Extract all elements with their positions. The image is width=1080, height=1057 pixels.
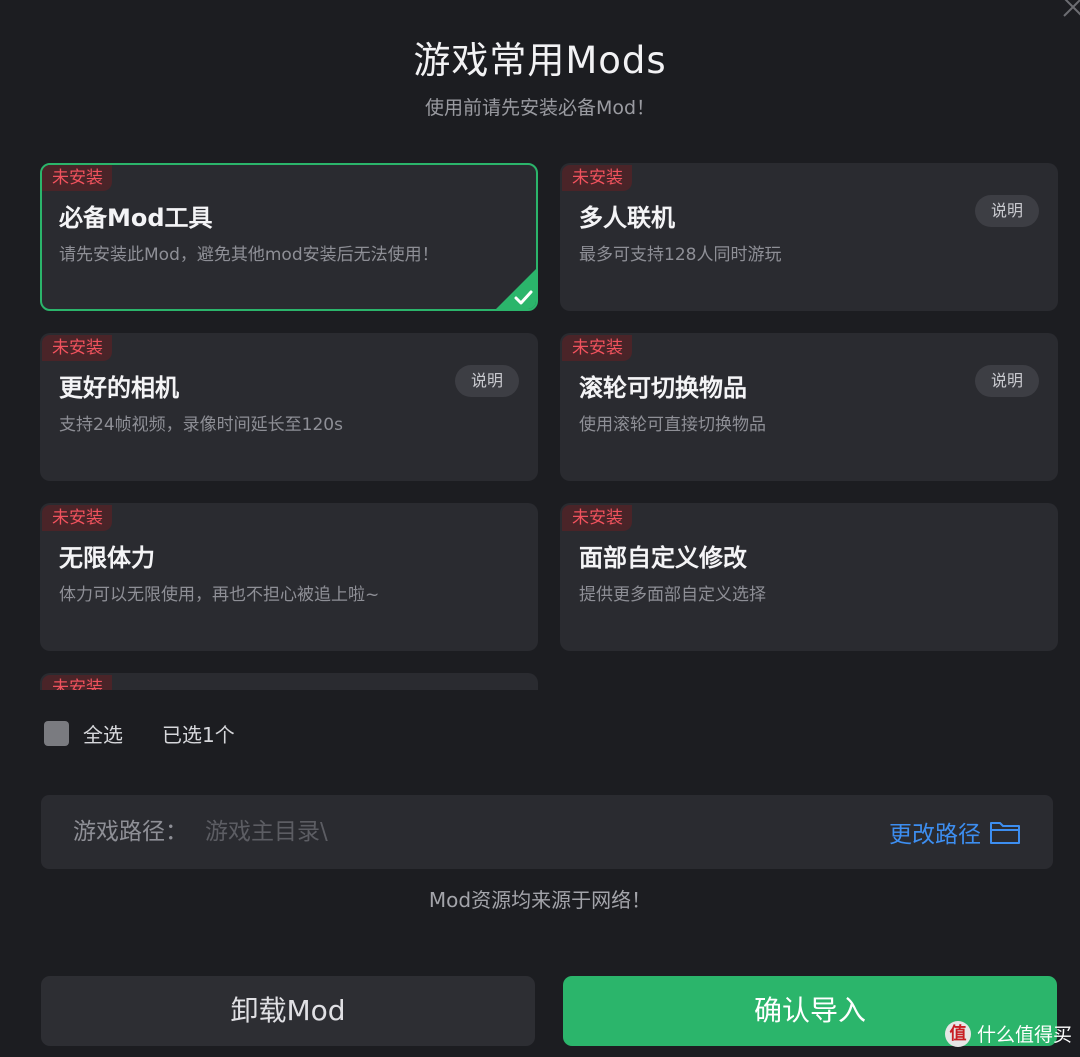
uninstall-mod-button[interactable]: 卸载Mod (41, 976, 535, 1046)
mod-card[interactable]: 未安装更好的相机支持24帧视频，录像时间延长至120s 说明 (40, 333, 538, 481)
mod-card[interactable]: 未安装面部自定义修改提供更多面部自定义选择 (560, 503, 1058, 651)
mod-card[interactable]: 未安装无限体力体力可以无限使用，再也不担心被追上啦~ (40, 503, 538, 651)
mod-list[interactable]: 未安装 必备Mod工具 请先安装此Mod，避免其他mod安装后无法使用！ 未安装 多人联… (40, 163, 1058, 690)
mod-description: 提供更多面部自定义选择 (579, 585, 766, 605)
mod-title: 更好的相机 (59, 374, 179, 402)
mod-description: 体力可以无限使用，再也不担心被追上啦~ (59, 585, 380, 605)
mod-info-button[interactable]: 说明 (455, 365, 519, 397)
not-installed-badge: 未安装 (42, 675, 112, 690)
watermark-logo: 值 (944, 1020, 971, 1047)
source-note: Mod资源均来源于网络！ (428, 888, 652, 912)
not-installed-badge: 未安装 (562, 505, 632, 531)
dialog-title: 游戏常用Mods (413, 39, 667, 82)
selection-row: 全选 已选1个 (44, 718, 235, 748)
mod-info-button[interactable]: 说明 (975, 365, 1039, 397)
change-path-label: 更改路径 (889, 822, 981, 848)
mod-info-button[interactable]: 说明 (975, 195, 1039, 227)
mod-description: 请先安装此Mod，避免其他mod安装后无法使用！ (59, 245, 439, 265)
mod-grid: 未安装 必备Mod工具 请先安装此Mod，避免其他mod安装后无法使用！ 未安装 多人联… (40, 163, 1058, 690)
change-path-button[interactable]: 更改路径 (889, 795, 1021, 869)
not-installed-badge: 未安装 (562, 165, 632, 191)
folder-icon (990, 822, 1020, 844)
close-button[interactable] (1058, 0, 1080, 20)
not-installed-badge: 未安装 (562, 335, 632, 361)
game-path-label: 游戏路径： (73, 819, 188, 845)
not-installed-badge: 未安装 (42, 165, 112, 191)
mod-card[interactable]: 未安装滚轮可切换物品使用滚轮可直接切换物品 说明 (560, 333, 1058, 481)
mod-title: 滚轮可切换物品 (579, 374, 747, 402)
mod-title: 多人联机 (579, 204, 675, 232)
select-all-label[interactable]: 全选 (83, 719, 123, 748)
selected-check-icon (496, 269, 536, 309)
mod-title: 无限体力 (59, 544, 155, 572)
watermark: 值 什么值得买 (944, 1020, 1072, 1047)
selected-count: 已选1个 (162, 722, 235, 747)
mod-card[interactable]: 未安装必备Mod工具请先安装此Mod，避免其他mod安装后无法使用！ (40, 163, 538, 311)
game-path-bar: 游戏路径： 游戏主目录\ 更改路径 (41, 795, 1053, 869)
mod-description: 最多可支持128人同时游玩 (579, 245, 782, 265)
not-installed-badge: 未安装 (42, 335, 112, 361)
select-all-checkbox[interactable] (44, 720, 69, 746)
dialog-subtitle: 使用前请先安装必备Mod！ (424, 97, 656, 119)
not-installed-badge: 未安装 (42, 505, 112, 531)
mod-title: 面部自定义修改 (579, 544, 747, 572)
mod-description: 使用滚轮可直接切换物品 (579, 415, 766, 435)
watermark-text: 什么值得买 (976, 1024, 1072, 1046)
mod-card[interactable]: 未安装 (40, 673, 538, 690)
game-path-value: 游戏主目录\ (205, 819, 328, 845)
close-icon (1063, 0, 1080, 17)
mod-card[interactable]: 未安装多人联机最多可支持128人同时游玩 说明 (560, 163, 1058, 311)
mod-title: 必备Mod工具 (59, 204, 213, 232)
mod-description: 支持24帧视频，录像时间延长至120s (59, 415, 343, 435)
